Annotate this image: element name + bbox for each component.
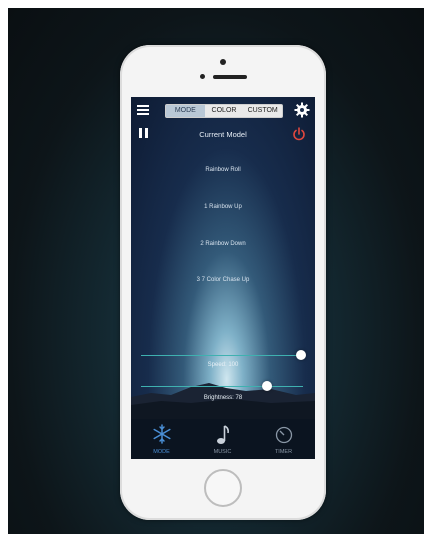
- tab-music-label: MUSIC: [213, 449, 232, 455]
- segment-custom[interactable]: CUSTOM: [243, 105, 282, 117]
- bottom-tab-bar: MODE MUSIC TIMER: [131, 419, 315, 459]
- mode-list-item[interactable]: Rainbow Roll: [131, 167, 315, 173]
- segment-mode[interactable]: MODE: [166, 105, 205, 117]
- earpiece-speaker: [213, 75, 247, 79]
- snowflake-icon: [153, 424, 171, 444]
- proximity-sensor: [200, 74, 205, 79]
- brightness-label: Brightness: 78: [203, 395, 243, 401]
- mode-list-item[interactable]: 2 Rainbow Down: [131, 241, 315, 247]
- music-note-icon: [217, 425, 229, 444]
- top-bar: MODE COLOR CUSTOM: [131, 97, 315, 123]
- tab-timer-label: TIMER: [274, 449, 293, 455]
- tab-music[interactable]: MUSIC: [192, 419, 253, 459]
- home-button[interactable]: [204, 469, 242, 507]
- speed-slider-knob[interactable]: [295, 350, 306, 360]
- gear-icon[interactable]: [294, 102, 310, 118]
- power-icon[interactable]: [292, 127, 306, 141]
- tab-mode-label: MODE: [153, 449, 170, 455]
- photo-background: MODE COLOR CUSTOM Current Model Rainbow …: [8, 8, 424, 534]
- current-mode-title: Current Model: [199, 130, 247, 139]
- speed-slider-track[interactable]: [141, 355, 303, 356]
- front-camera: [220, 59, 226, 65]
- timer-icon: [275, 426, 293, 444]
- mode-list-item[interactable]: 3 7 Color Chase Up: [131, 277, 315, 283]
- mode-list-item[interactable]: 1 Rainbow Up: [131, 204, 315, 210]
- hamburger-menu-icon[interactable]: [137, 105, 149, 115]
- tab-timer[interactable]: TIMER: [253, 419, 314, 459]
- phone-body: MODE COLOR CUSTOM Current Model Rainbow …: [120, 45, 326, 520]
- mode-segmented-control: MODE COLOR CUSTOM: [165, 104, 283, 118]
- speed-label: Speed: 100: [207, 362, 239, 368]
- app-screen: MODE COLOR CUSTOM Current Model Rainbow …: [131, 97, 315, 459]
- tab-mode[interactable]: MODE: [131, 419, 192, 459]
- brightness-slider-track[interactable]: [141, 386, 303, 387]
- segment-color[interactable]: COLOR: [205, 105, 244, 117]
